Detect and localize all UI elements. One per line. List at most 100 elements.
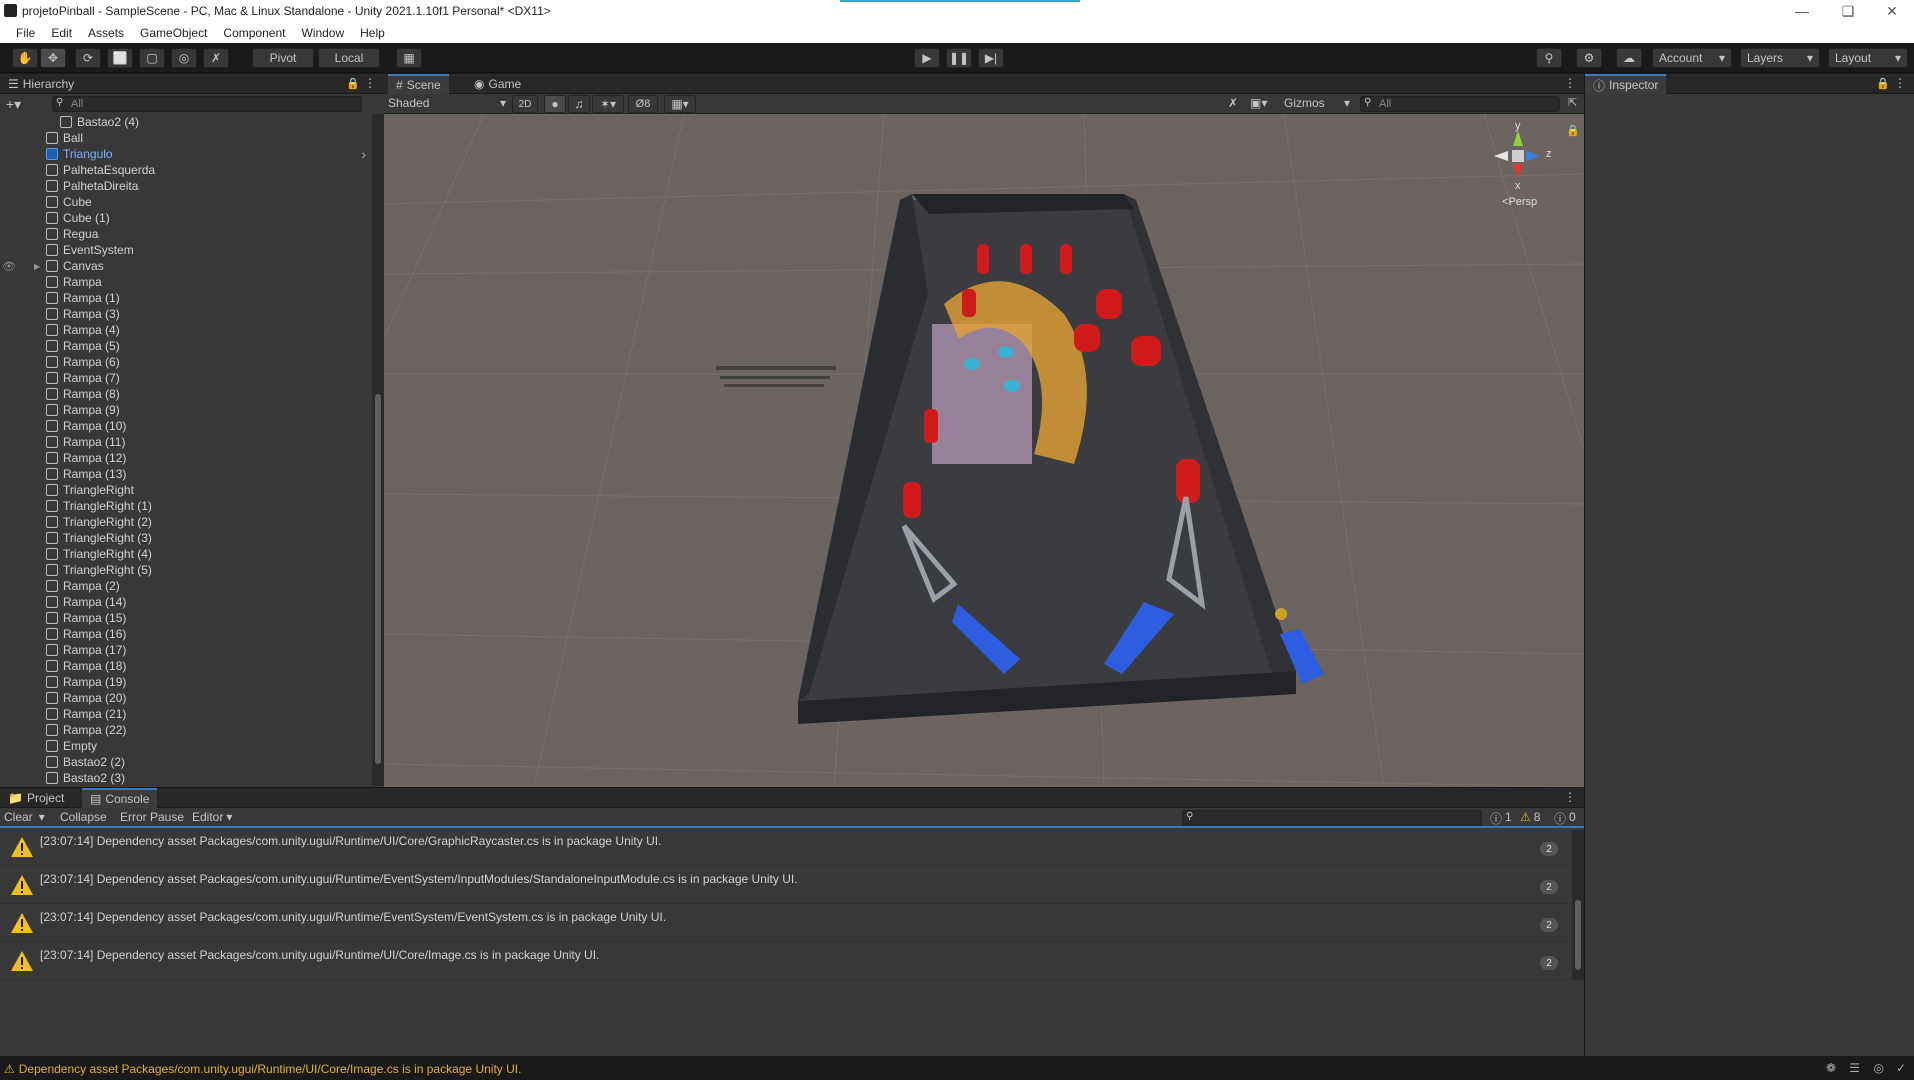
tab-inspector[interactable]: ⓘ Inspector <box>1585 74 1667 94</box>
scene-viewport[interactable]: y z x <Persp 🔒 <box>384 114 1584 787</box>
menu-gameobject[interactable]: GameObject <box>132 26 215 40</box>
hierarchy-item[interactable]: Triangulo › <box>0 146 372 162</box>
hierarchy-item[interactable]: Rampa (6) <box>0 354 372 370</box>
services-icon[interactable]: ⚙ <box>1576 48 1602 68</box>
editor-dropdown[interactable]: Editor ▾ <box>192 810 232 824</box>
hierarchy-item[interactable]: Rampa (17) <box>0 642 372 658</box>
play-button[interactable]: ▶ <box>914 48 940 68</box>
status-message[interactable]: Dependency asset Packages/com.unity.ugui… <box>19 1062 522 1076</box>
menu-help[interactable]: Help <box>352 26 393 40</box>
rotate-tool-icon[interactable]: ⟳ <box>75 48 101 68</box>
hierarchy-item[interactable]: Regua <box>0 226 372 242</box>
console-log-row[interactable]: [23:07:14] Dependency asset Packages/com… <box>0 828 1572 866</box>
hierarchy-item[interactable]: Ball <box>0 130 372 146</box>
account-dropdown[interactable]: Account ▾ <box>1652 48 1732 68</box>
hierarchy-item[interactable]: TriangleRight (3) <box>0 530 372 546</box>
kebab-menu-icon[interactable]: ⋮ <box>1894 76 1906 90</box>
gizmos-dropdown[interactable]: Gizmos ▾ <box>1284 96 1350 110</box>
hierarchy-item[interactable]: Rampa (16) <box>0 626 372 642</box>
hierarchy-item[interactable]: Rampa (14) <box>0 594 372 610</box>
tools-icon[interactable]: ✗ <box>1228 96 1238 110</box>
console-log-row[interactable]: [23:07:14] Dependency asset Packages/com… <box>0 942 1572 980</box>
menu-window[interactable]: Window <box>293 26 352 40</box>
minimize-icon[interactable]: — <box>1780 0 1824 22</box>
hierarchy-item[interactable]: Rampa (4) <box>0 322 372 338</box>
hierarchy-item[interactable]: Rampa (20) <box>0 690 372 706</box>
visibility-eye-icon[interactable]: 👁 <box>2 260 16 273</box>
local-toggle[interactable]: Local <box>318 48 380 68</box>
hierarchy-item[interactable]: Rampa (21) <box>0 706 372 722</box>
hierarchy-item[interactable]: Rampa (10) <box>0 418 372 434</box>
scrollbar-thumb[interactable] <box>1575 900 1581 970</box>
mode-2d-toggle[interactable]: 2D <box>512 95 538 113</box>
lock-icon[interactable]: 🔒 <box>1566 124 1580 137</box>
hierarchy-item[interactable]: Empty <box>0 738 372 754</box>
custom-tool-icon[interactable]: ✗ <box>203 48 229 68</box>
hierarchy-item[interactable]: Rampa (2) <box>0 578 372 594</box>
hierarchy-item[interactable]: PalhetaEsquerda <box>0 162 372 178</box>
scrollbar-thumb[interactable] <box>375 394 381 764</box>
tab-hierarchy[interactable]: ☰ Hierarchy <box>0 74 82 94</box>
hierarchy-item[interactable]: TriangleRight <box>0 482 372 498</box>
error-filter-toggle[interactable]: ⓘ 0 <box>1554 810 1576 827</box>
hierarchy-item[interactable]: Rampa (11) <box>0 434 372 450</box>
pause-button[interactable]: ❚❚ <box>946 48 972 68</box>
maximize-icon[interactable]: ⇱ <box>1568 96 1577 109</box>
step-button[interactable]: ▶| <box>978 48 1004 68</box>
move-tool-icon[interactable]: ✥ <box>40 48 66 68</box>
bug-icon[interactable]: ❁ <box>1826 1061 1836 1075</box>
layers-dropdown[interactable]: Layers ▾ <box>1740 48 1820 68</box>
hierarchy-item[interactable]: PalhetaDireita <box>0 178 372 194</box>
effects-icon[interactable]: ✶▾ <box>592 95 624 113</box>
hierarchy-item[interactable]: ▶ Canvas <box>0 258 372 274</box>
layout-dropdown[interactable]: Layout ▾ <box>1828 48 1908 68</box>
hierarchy-item[interactable]: Rampa <box>0 274 372 290</box>
hierarchy-item[interactable]: Rampa (3) <box>0 306 372 322</box>
hierarchy-item[interactable]: Cube (1) <box>0 210 372 226</box>
hand-tool-icon[interactable]: ✋ <box>12 48 38 68</box>
transform-tool-icon[interactable]: ◎ <box>171 48 197 68</box>
console-scrollbar[interactable] <box>1572 830 1584 980</box>
persp-toggle[interactable]: <Persp <box>1502 196 1537 208</box>
chevron-right-icon[interactable]: › <box>361 146 366 162</box>
grid-icon[interactable]: ▦▾ <box>664 95 696 113</box>
kebab-menu-icon[interactable]: ⋮ <box>1564 790 1576 804</box>
cache-icon[interactable]: ☰ <box>1849 1061 1860 1075</box>
menu-edit[interactable]: Edit <box>43 26 80 40</box>
restore-icon[interactable]: ❑ <box>1826 0 1870 22</box>
hierarchy-item[interactable]: TriangleRight (5) <box>0 562 372 578</box>
close-icon[interactable]: ✕ <box>1870 0 1914 22</box>
hierarchy-item[interactable]: Bastao2 (4) <box>0 114 372 130</box>
lighting-icon[interactable]: ● <box>544 95 566 113</box>
hierarchy-item[interactable]: Rampa (12) <box>0 450 372 466</box>
camera-icon[interactable]: ▣▾ <box>1250 96 1267 110</box>
hierarchy-item[interactable]: TriangleRight (1) <box>0 498 372 514</box>
hierarchy-item[interactable]: Rampa (7) <box>0 370 372 386</box>
kebab-menu-icon[interactable]: ⋮ <box>364 76 376 90</box>
hierarchy-item[interactable]: Bastao2 (3) <box>0 770 372 786</box>
hierarchy-item[interactable]: EventSystem <box>0 242 372 258</box>
auto-generate-icon[interactable]: ◎ <box>1874 1061 1884 1075</box>
hierarchy-item[interactable]: Rampa (15) <box>0 610 372 626</box>
hierarchy-item[interactable]: Rampa (1) <box>0 290 372 306</box>
menu-file[interactable]: File <box>8 26 43 40</box>
rect-tool-icon[interactable]: ▢ <box>139 48 165 68</box>
audio-icon[interactable]: ♫ <box>568 95 590 113</box>
scene-gizmo[interactable]: y z x <Persp 🔒 <box>1480 120 1580 210</box>
hierarchy-item[interactable]: Rampa (5) <box>0 338 372 354</box>
expand-arrow-icon[interactable]: ▶ <box>34 262 40 271</box>
info-filter-toggle[interactable]: ⓘ 1 <box>1490 810 1512 827</box>
tab-game[interactable]: ◉ Game <box>466 74 529 94</box>
hierarchy-item[interactable]: Cube <box>0 194 372 210</box>
tab-scene[interactable]: # Scene <box>388 74 449 94</box>
cloud-icon[interactable]: ☁ <box>1616 48 1642 68</box>
hierarchy-item[interactable]: TriangleRight (4) <box>0 546 372 562</box>
tab-project[interactable]: 📁 Project <box>0 788 72 808</box>
scene-search-input[interactable]: All <box>1360 96 1560 112</box>
scale-tool-icon[interactable]: ⬜ <box>107 48 133 68</box>
console-search-input[interactable] <box>1182 810 1482 826</box>
console-log-row[interactable]: [23:07:14] Dependency asset Packages/com… <box>0 866 1572 904</box>
hierarchy-item[interactable]: Bastao2 (2) <box>0 754 372 770</box>
menu-component[interactable]: Component <box>215 26 293 40</box>
hierarchy-item[interactable]: Rampa (18) <box>0 658 372 674</box>
